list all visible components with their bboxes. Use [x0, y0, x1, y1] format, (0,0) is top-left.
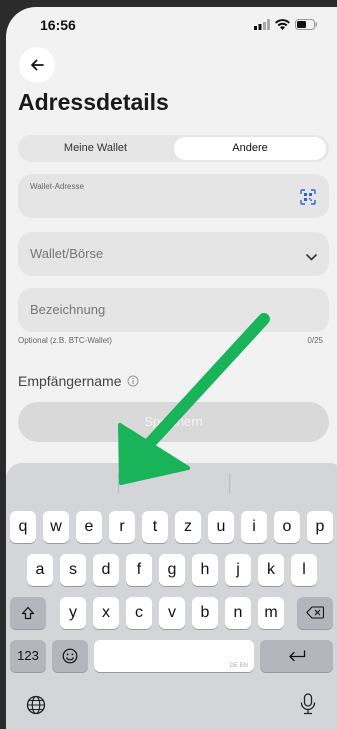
key-v[interactable]: v — [159, 597, 185, 629]
page-title: Adressdetails — [18, 89, 169, 115]
status-bar: 16:56 — [6, 7, 337, 43]
recipient-name-heading: Empfängername — [18, 373, 139, 389]
info-icon[interactable] — [127, 375, 139, 387]
tab-meine-wallet[interactable]: Meine Wallet — [18, 135, 173, 162]
key-n[interactable]: n — [225, 597, 251, 629]
qr-scan-icon[interactable] — [300, 189, 316, 210]
key-x[interactable]: x — [93, 597, 119, 629]
key-c[interactable]: c — [126, 597, 152, 629]
key-q[interactable]: q — [10, 511, 36, 543]
microphone-icon[interactable] — [300, 693, 316, 720]
delete-key[interactable] — [297, 597, 333, 629]
key-d[interactable]: d — [93, 554, 119, 586]
status-time: 16:56 — [40, 17, 76, 33]
key-y[interactable]: y — [60, 597, 86, 629]
key-g[interactable]: g — [159, 554, 185, 586]
key-k[interactable]: k — [258, 554, 284, 586]
emoji-icon — [62, 648, 78, 664]
key-f[interactable]: f — [126, 554, 152, 586]
key-e[interactable]: e — [76, 511, 102, 543]
key-p[interactable]: p — [307, 511, 333, 543]
key-m[interactable]: m — [258, 597, 284, 629]
suggestion-divider — [118, 473, 119, 493]
key-h[interactable]: h — [192, 554, 218, 586]
shift-icon — [21, 606, 35, 619]
recipient-name-label: Empfängername — [18, 373, 122, 389]
key-b[interactable]: b — [192, 597, 218, 629]
chevron-down-icon — [306, 248, 317, 266]
key-j[interactable]: j — [225, 554, 251, 586]
arrow-left-icon — [31, 59, 44, 71]
tab-andere[interactable]: Andere — [174, 137, 326, 160]
name-char-counter: 0/25 — [307, 336, 323, 345]
name-placeholder: Bezeichnung — [30, 302, 106, 317]
wallet-address-field[interactable]: Wallet-Adresse — [18, 174, 329, 218]
on-screen-keyboard: q w e r t z u i o p a s d f g h j k l y … — [6, 463, 337, 729]
wallet-type-segmented-control: Meine Wallet Andere — [18, 135, 329, 162]
battery-icon — [295, 19, 317, 30]
name-hint: Optional (z.B. BTC-Wallet) — [18, 336, 112, 345]
phone-screen: 16:56 Adressdetails Meine Wallet Andere … — [6, 7, 337, 729]
key-s[interactable]: s — [60, 554, 86, 586]
globe-icon[interactable] — [26, 695, 46, 720]
wallet-address-label: Wallet-Adresse — [30, 182, 84, 191]
space-bar[interactable]: DE EN — [94, 640, 254, 672]
backspace-icon — [306, 606, 325, 619]
key-o[interactable]: o — [274, 511, 300, 543]
key-u[interactable]: u — [208, 511, 234, 543]
suggestion-divider — [229, 473, 230, 493]
wallet-exchange-select[interactable]: Wallet/Börse — [18, 232, 329, 276]
key-w[interactable]: w — [43, 511, 69, 543]
wifi-icon — [275, 19, 290, 30]
signal-icon — [254, 19, 270, 30]
key-a[interactable]: a — [27, 554, 53, 586]
save-button[interactable]: Speichern — [18, 402, 329, 442]
key-i[interactable]: i — [241, 511, 267, 543]
key-z[interactable]: z — [175, 511, 201, 543]
key-l[interactable]: l — [291, 554, 317, 586]
shift-key[interactable] — [10, 597, 46, 629]
name-field[interactable]: Bezeichnung — [18, 288, 329, 332]
key-t[interactable]: t — [142, 511, 168, 543]
back-button[interactable] — [19, 47, 55, 83]
return-icon — [288, 650, 305, 661]
key-r[interactable]: r — [109, 511, 135, 543]
numbers-key[interactable]: 123 — [10, 640, 46, 672]
space-language-label: DE EN — [229, 663, 248, 669]
status-icons — [254, 19, 317, 30]
return-key[interactable] — [260, 640, 333, 672]
wallet-exchange-placeholder: Wallet/Börse — [30, 246, 104, 261]
emoji-key[interactable] — [52, 640, 88, 672]
